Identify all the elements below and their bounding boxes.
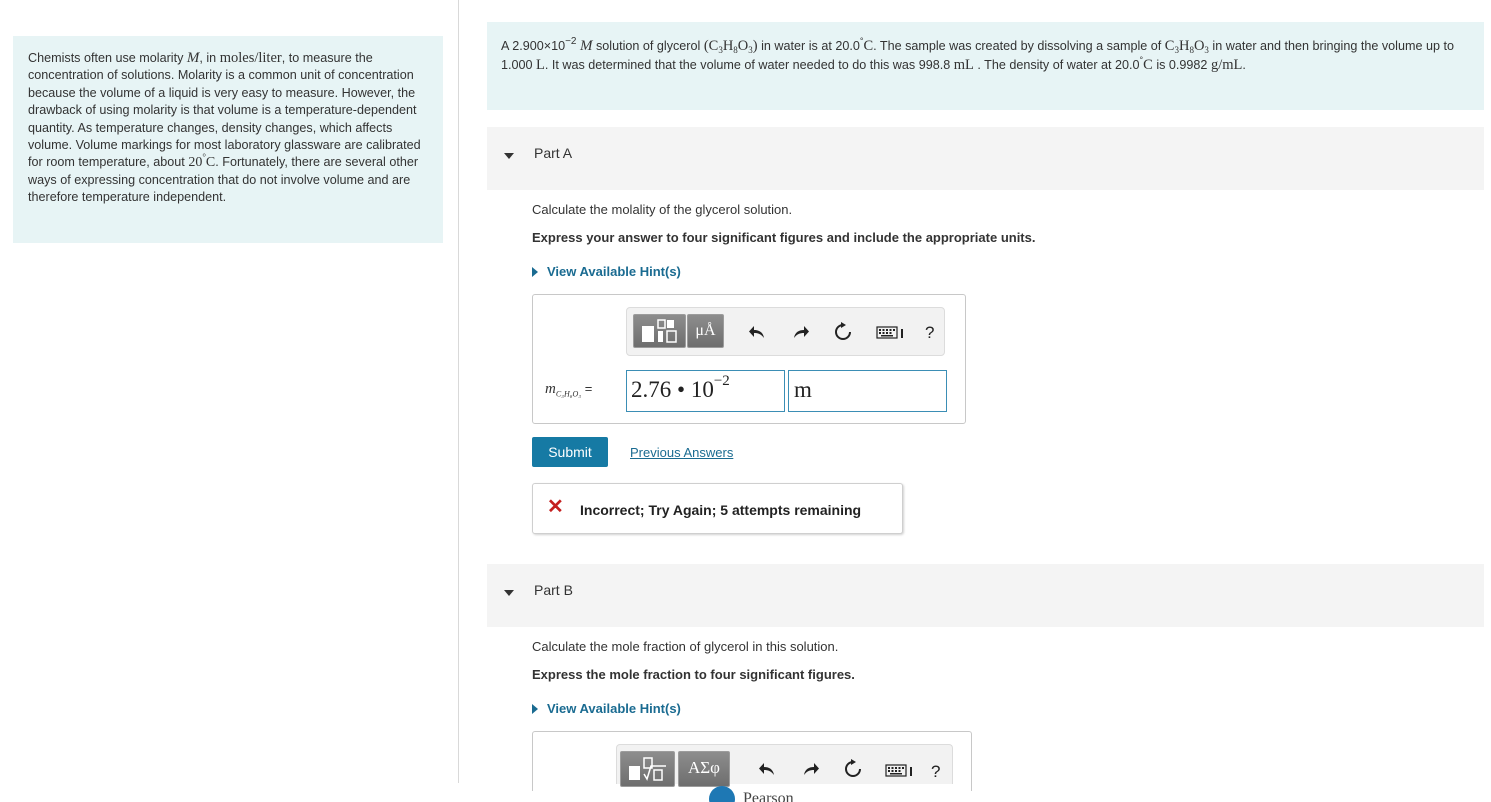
units-label: μÅ	[695, 322, 716, 339]
previous-answers-link[interactable]: Previous Answers	[630, 445, 733, 460]
answer-value-input[interactable]: 2.76 • 10−2	[626, 370, 785, 412]
feedback-box: ✕ Incorrect; Try Again; 5 attempts remai…	[532, 483, 903, 534]
incorrect-icon: ✕	[547, 496, 564, 518]
problem-text: . The density of water at 20.0	[977, 57, 1140, 72]
part-b-hint-link[interactable]: View Available Hint(s)	[532, 701, 681, 716]
problem-text: . The sample was created by dissolving a…	[873, 39, 1162, 53]
problem-text: in water is at 20.0	[761, 39, 860, 53]
undo-icon[interactable]	[758, 761, 778, 777]
glycerol-formula: C3H8O3	[1164, 38, 1209, 55]
pearson-logo-icon	[709, 786, 735, 802]
concentration-exponent: −2	[565, 36, 577, 47]
part-a-header[interactable]: Part A	[487, 127, 1484, 190]
room-temp-unit: C	[205, 155, 216, 171]
intro-text: , to measure the concentration of soluti…	[28, 51, 421, 170]
glycerol-formula: (C3H8O3)	[703, 38, 758, 55]
room-temp-value: 20	[188, 155, 203, 171]
molarity-symbol: M	[186, 50, 200, 66]
molarity-units: moles/liter	[219, 50, 282, 66]
keyboard-icon[interactable]	[876, 326, 906, 340]
part-a-title: Part A	[534, 145, 573, 161]
reset-icon[interactable]	[843, 759, 863, 779]
intro-text: Chemists often use molarity	[28, 51, 184, 65]
problem-text: . It was determined that the volume of w…	[544, 57, 951, 72]
celsius-unit: C	[1143, 56, 1153, 73]
part-a-answer-box: μÅ ? mC₃H₈O₃ = 2.76 • 10−2 m	[532, 294, 966, 424]
math-toolbar: ΑΣφ ?	[616, 744, 953, 787]
templates-icon	[629, 757, 666, 781]
keyboard-icon[interactable]	[885, 764, 915, 778]
problem-statement: A 2.900×10−2 M solution of glycerol (C3H…	[487, 22, 1484, 110]
submit-button[interactable]: Submit	[532, 437, 608, 467]
symbols-label: ΑΣφ	[688, 758, 720, 777]
intro-panel: Chemists often use molarity M, in moles/…	[13, 36, 443, 243]
help-icon[interactable]: ?	[931, 762, 940, 782]
part-b-answer-box: ΑΣφ ?	[532, 731, 972, 791]
column-divider	[458, 0, 459, 783]
density-unit: g/mL	[1210, 56, 1243, 73]
undo-icon[interactable]	[748, 324, 768, 340]
problem-text: A 2.900×10	[501, 39, 566, 53]
templates-icon	[642, 319, 677, 343]
help-icon[interactable]: ?	[925, 323, 934, 343]
answer-unit-input[interactable]: m	[788, 370, 947, 412]
ml-unit: mL	[953, 56, 974, 73]
part-a-instruction: Express your answer to four significant …	[532, 230, 1036, 245]
part-a-hint-link[interactable]: View Available Hint(s)	[532, 264, 681, 279]
intro-text: , in	[199, 51, 217, 65]
feedback-message: Incorrect; Try Again; 5 attempts remaini…	[580, 502, 862, 518]
part-b-question: Calculate the mole fraction of glycerol …	[532, 639, 839, 654]
math-toolbar: μÅ ?	[626, 307, 945, 356]
pearson-logo: Pearson	[709, 783, 829, 802]
pearson-wordmark: Pearson	[743, 790, 794, 802]
part-b-header[interactable]: Part B	[487, 564, 1484, 627]
answer-variable-label: mC₃H₈O₃ =	[545, 381, 593, 399]
problem-text: .	[1242, 57, 1246, 72]
hint-label: View Available Hint(s)	[547, 701, 681, 716]
symbols-button[interactable]: ΑΣφ	[678, 751, 730, 787]
part-b-instruction: Express the mole fraction to four signif…	[532, 667, 855, 682]
expand-triangle-icon	[532, 267, 538, 277]
part-b-title: Part B	[534, 582, 573, 598]
part-a-question: Calculate the molality of the glycerol s…	[532, 202, 793, 217]
expand-triangle-icon	[532, 704, 538, 714]
collapse-caret-icon[interactable]	[504, 590, 514, 596]
redo-icon[interactable]	[790, 324, 810, 340]
redo-icon[interactable]	[800, 761, 820, 777]
templates-button[interactable]	[620, 751, 675, 787]
molarity-symbol: M	[580, 38, 593, 54]
templates-button[interactable]	[633, 314, 686, 348]
units-button[interactable]: μÅ	[687, 314, 724, 348]
collapse-caret-icon[interactable]	[504, 153, 514, 159]
hint-label: View Available Hint(s)	[547, 264, 681, 279]
reset-icon[interactable]	[833, 322, 853, 342]
problem-text: is 0.9982	[1156, 57, 1208, 72]
celsius-unit: C	[863, 38, 874, 54]
liter-unit: L	[536, 56, 545, 73]
problem-text: solution of glycerol	[596, 39, 701, 53]
